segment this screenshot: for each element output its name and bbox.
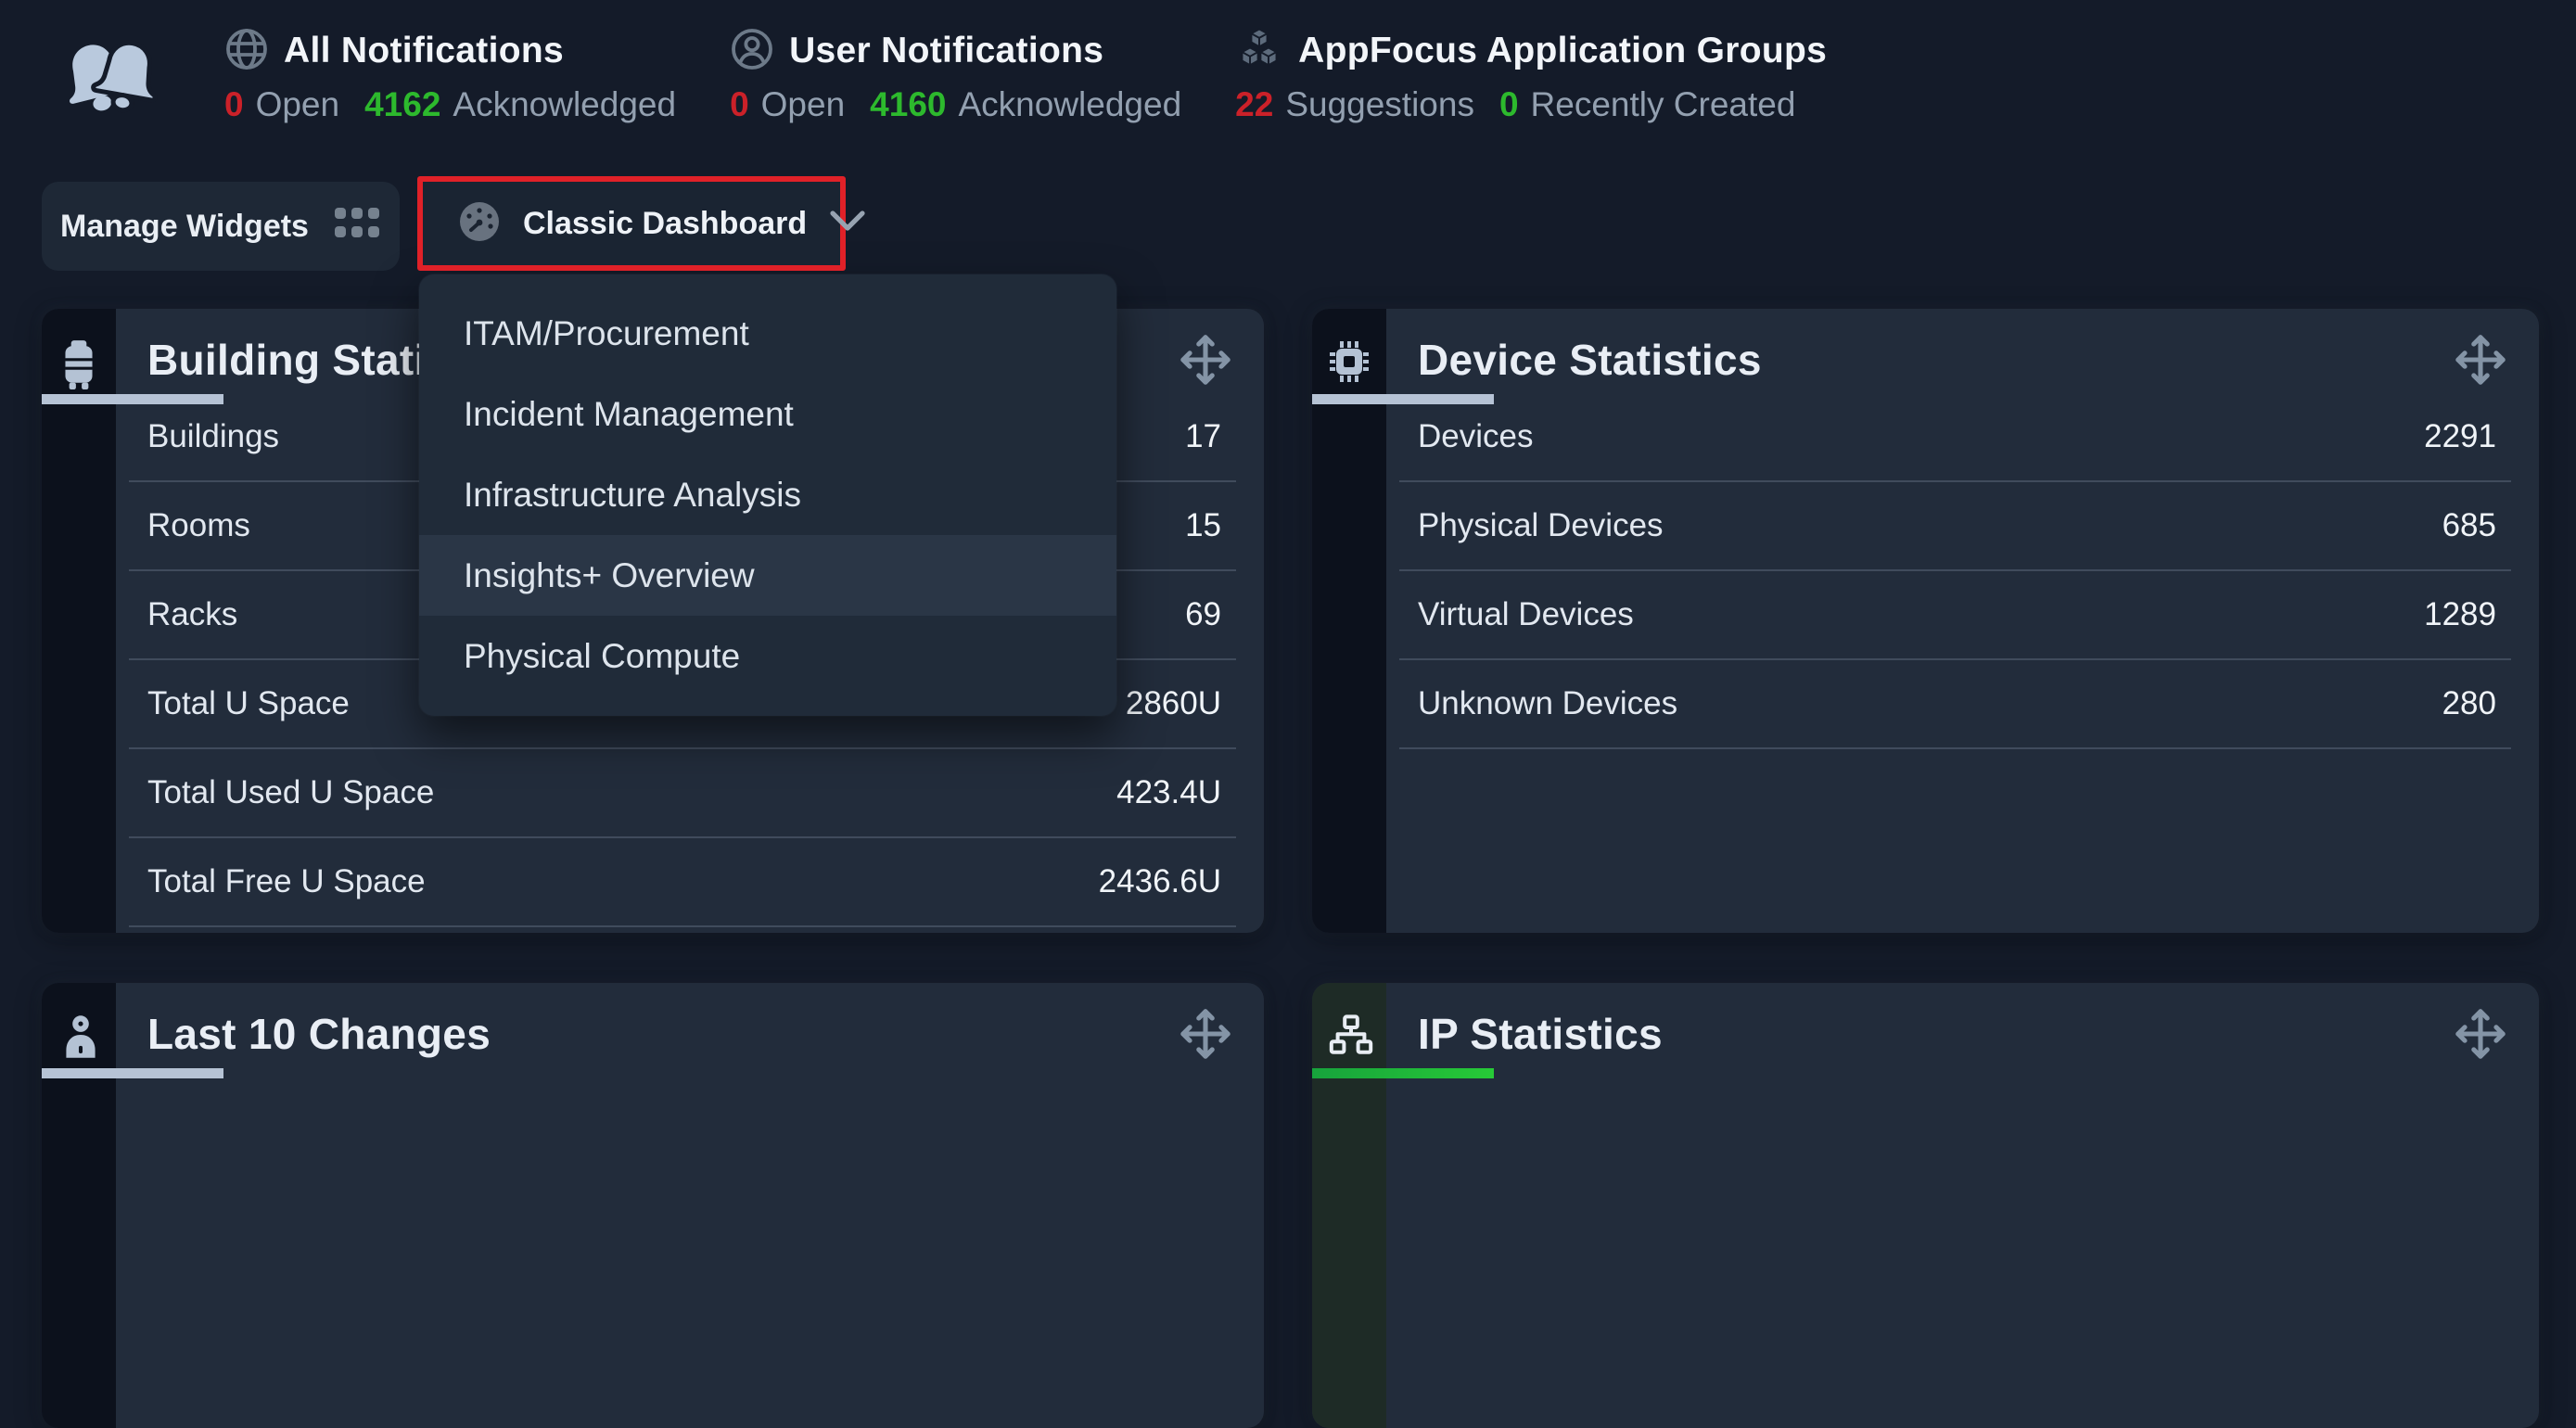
table-row: Devices 2291	[1399, 393, 2511, 482]
globe-icon	[224, 27, 269, 76]
user-acknowledged-count: 4160	[870, 85, 946, 124]
dashboard-selector[interactable]: Classic Dashboard	[423, 182, 840, 265]
recently-created-count: 0	[1499, 85, 1519, 124]
stat-rows: Devices 2291 Physical Devices 685 Virtua…	[1399, 393, 2511, 749]
menu-item-insights-overview[interactable]: Insights+ Overview	[419, 535, 1116, 616]
all-open-count: 0	[224, 85, 244, 124]
chip-icon	[1328, 338, 1371, 389]
row-label: Virtual Devices	[1418, 596, 1634, 633]
move-handle-icon[interactable]	[1179, 333, 1232, 391]
row-label: Racks	[147, 596, 237, 633]
network-icon	[1329, 1014, 1373, 1060]
all-notifications-group: All Notifications 0 Open 4162 Acknowledg…	[224, 24, 676, 124]
row-value: 1289	[2424, 596, 2496, 633]
widget-accent-bar	[1312, 1068, 1494, 1078]
row-label: Rooms	[147, 507, 250, 544]
table-row: Unknown Devices 280	[1399, 660, 2511, 749]
user-open-count: 0	[730, 85, 749, 124]
dashboard-dropdown-menu: ITAM/Procurement Incident Management Inf…	[419, 274, 1116, 716]
recently-created-label: Recently Created	[1531, 85, 1796, 124]
all-acknowledged-label: Acknowledged	[453, 85, 676, 124]
manage-widgets-label: Manage Widgets	[60, 209, 309, 245]
suggestions-label: Suggestions	[1285, 85, 1474, 124]
grid-icon	[333, 206, 381, 248]
table-row: Total Free U Space 2436.6U	[129, 838, 1236, 927]
user-open-label: Open	[761, 85, 846, 124]
appfocus-groups-group: AppFocus Application Groups 22 Suggestio…	[1235, 24, 1827, 124]
row-value: 280	[2442, 685, 2496, 722]
bells-icon	[48, 33, 171, 136]
row-label: Physical Devices	[1418, 507, 1664, 544]
rack-icon	[57, 338, 100, 395]
user-icon	[730, 27, 774, 76]
widget-title: Last 10 Changes	[147, 1009, 491, 1059]
row-label: Unknown Devices	[1418, 685, 1677, 722]
notification-header: All Notifications 0 Open 4162 Acknowledg…	[48, 24, 1881, 136]
row-value: 2436.6U	[1099, 863, 1221, 900]
menu-item-physical-compute[interactable]: Physical Compute	[419, 616, 1116, 696]
suggestions-count: 22	[1235, 85, 1273, 124]
ip-statistics-widget: IP Statistics	[1312, 983, 2539, 1428]
chevron-down-icon	[829, 210, 866, 238]
row-value: 423.4U	[1116, 774, 1221, 811]
table-row: Physical Devices 685	[1399, 482, 2511, 571]
appfocus-groups-title: AppFocus Application Groups	[1298, 31, 1827, 71]
user-notifications-group: User Notifications 0 Open 4160 Acknowled…	[730, 24, 1181, 124]
device-statistics-widget: Device Statistics Devices 2291 Physical …	[1312, 309, 2539, 933]
widget-accent-bar	[42, 1068, 223, 1078]
move-handle-icon[interactable]	[1179, 1007, 1232, 1065]
all-open-label: Open	[256, 85, 340, 124]
dashboard-selector-label: Classic Dashboard	[523, 206, 807, 242]
all-notifications-title: All Notifications	[284, 31, 564, 71]
row-value: 69	[1185, 596, 1221, 633]
table-row: Total Used U Space 423.4U	[129, 749, 1236, 838]
gauge-icon	[458, 200, 501, 248]
menu-item-infrastructure-analysis[interactable]: Infrastructure Analysis	[419, 454, 1116, 535]
row-value: 2860U	[1126, 685, 1221, 722]
cubes-icon	[1235, 25, 1283, 78]
row-value: 685	[2442, 507, 2496, 544]
manage-widgets-button[interactable]: Manage Widgets	[42, 182, 400, 271]
widget-title: IP Statistics	[1418, 1009, 1663, 1059]
row-label: Devices	[1418, 418, 1533, 455]
widget-title: Device Statistics	[1418, 335, 1762, 385]
menu-item-incident-management[interactable]: Incident Management	[419, 374, 1116, 454]
user-acknowledged-label: Acknowledged	[958, 85, 1181, 124]
row-label: Total Free U Space	[147, 863, 426, 900]
row-label: Total Used U Space	[147, 774, 434, 811]
row-label: Buildings	[147, 418, 279, 455]
move-handle-icon[interactable]	[2454, 1007, 2507, 1065]
table-row: Virtual Devices 1289	[1399, 571, 2511, 660]
move-handle-icon[interactable]	[2454, 333, 2507, 391]
row-label: Total U Space	[147, 685, 350, 722]
all-acknowledged-count: 4162	[364, 85, 440, 124]
last-10-changes-widget: Last 10 Changes	[42, 983, 1264, 1428]
row-value: 2291	[2424, 418, 2496, 455]
user-notifications-title: User Notifications	[789, 31, 1103, 71]
row-value: 15	[1185, 507, 1221, 544]
row-value: 17	[1185, 418, 1221, 455]
annotation-highlight-box: Classic Dashboard	[417, 176, 846, 271]
person-icon	[60, 1011, 101, 1064]
menu-item-itam-procurement[interactable]: ITAM/Procurement	[419, 293, 1116, 374]
